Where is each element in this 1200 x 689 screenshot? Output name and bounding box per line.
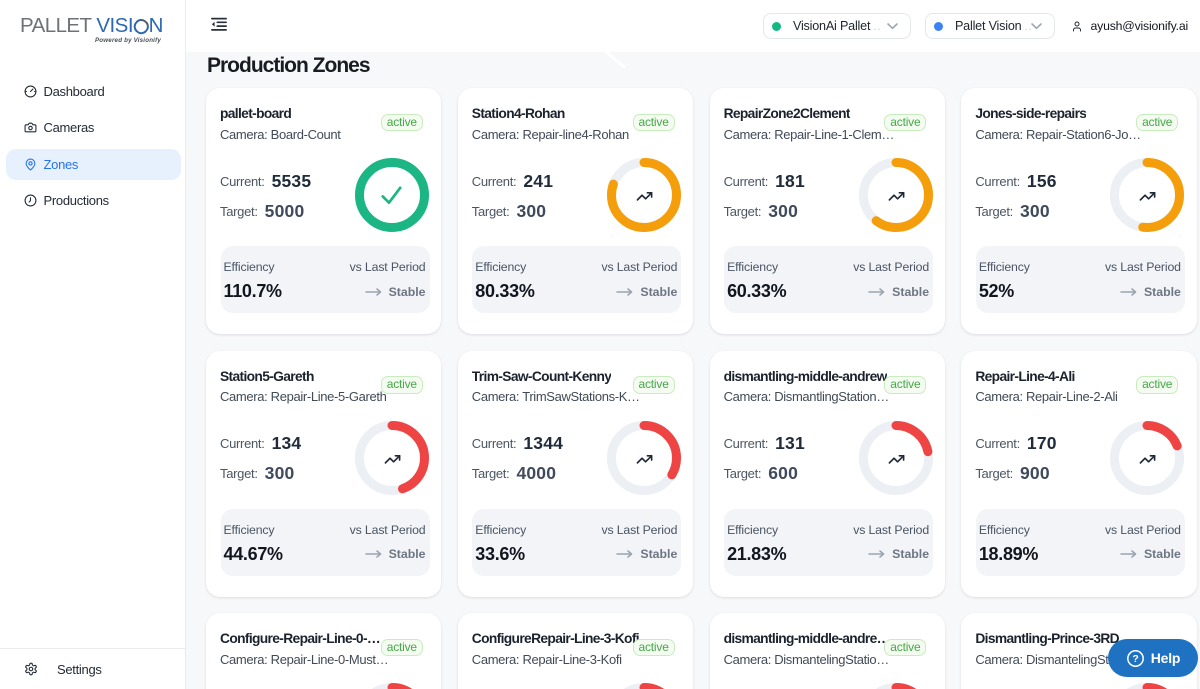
svg-text:?: ?: [1132, 653, 1138, 665]
